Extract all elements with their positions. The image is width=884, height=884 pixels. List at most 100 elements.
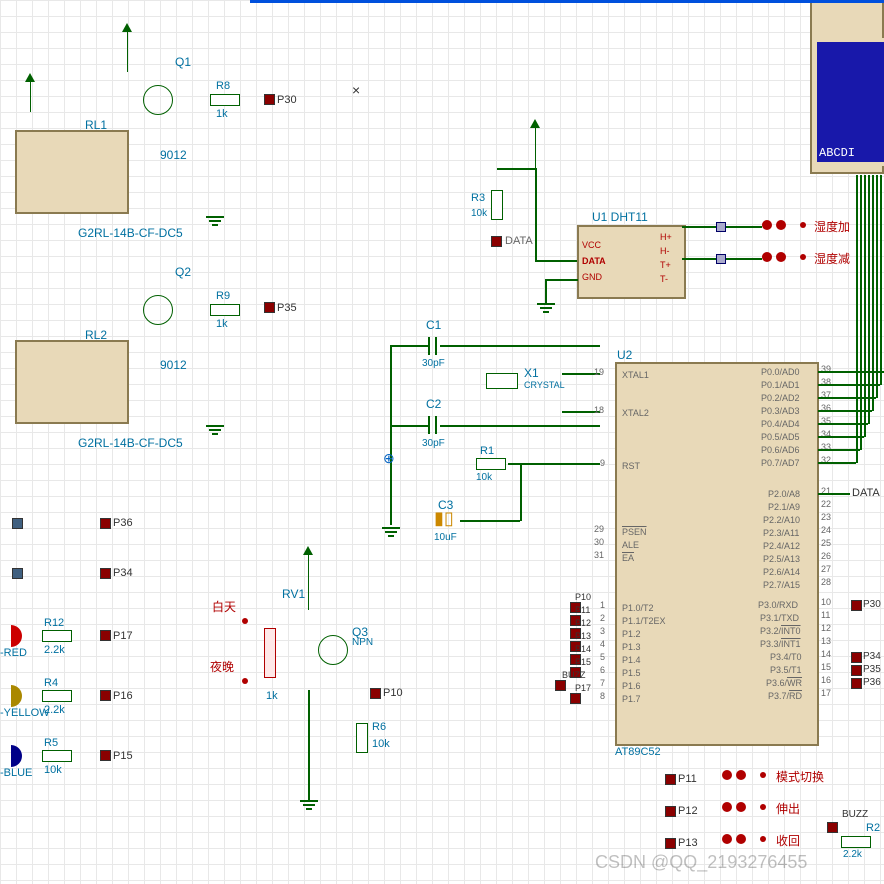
humid-plus-label: 湿度加 [814, 218, 850, 235]
buzz-pad [827, 822, 838, 833]
mode-dot [760, 772, 766, 778]
mcu-p17 [570, 693, 581, 704]
data-label: DATA [505, 235, 533, 247]
r5-body [42, 750, 72, 762]
dht-data: DATA [582, 256, 606, 266]
night-label: 夜晚 [210, 658, 234, 675]
pin2: 2 [600, 613, 605, 623]
dht-tp: T+ [660, 260, 671, 270]
dht-gnd-v [545, 279, 547, 303]
p15-pad [100, 750, 111, 761]
p17: P1.7 [622, 694, 641, 704]
q3-body [318, 635, 348, 665]
q1-pwr [127, 32, 128, 72]
watermark: CSDN @QQ_2193276455 [595, 852, 807, 873]
lcd-screen: ABCDI [813, 38, 884, 166]
pin1: 1 [600, 600, 605, 610]
dht-gnd-w [545, 279, 578, 281]
p24: P2.4/A12 [763, 541, 800, 551]
pin33: 33 [821, 442, 831, 452]
mode-label: 模式切换 [776, 768, 824, 785]
r4-value: 2.2k [44, 704, 65, 716]
w-c2-x [440, 425, 600, 427]
p12: P1.2 [622, 629, 641, 639]
r3-to-dht [535, 168, 537, 262]
p36-r-pad [851, 678, 862, 689]
ea: EA [622, 553, 634, 563]
q3-pwr [308, 555, 309, 610]
p25: P2.5/A13 [763, 554, 800, 564]
pin3: 3 [600, 626, 605, 636]
pin21: 21 [821, 486, 831, 496]
p16-pad [100, 690, 111, 701]
retract-button[interactable] [722, 834, 748, 846]
p30l: P3.0/RXD [758, 600, 798, 610]
busv7 [880, 175, 882, 385]
r2-value: 2.2k [843, 849, 862, 860]
pin13: 13 [821, 636, 831, 646]
bus1 [818, 371, 884, 373]
p00: P0.0/AD0 [761, 367, 800, 377]
psen: PSEN [622, 527, 647, 537]
r3-label: R3 [471, 192, 485, 204]
p33l: P3.3/INT1 [760, 639, 801, 649]
humidity-plus-button[interactable] [762, 220, 788, 232]
p30-r-pad [851, 600, 862, 611]
p11-btn-label: P11 [678, 773, 697, 785]
bus7 [818, 449, 860, 451]
cursor-origin: ⊕ [383, 450, 395, 467]
r3-pwr-arrow [530, 119, 540, 128]
p35-r-pad [851, 665, 862, 676]
x1-value: CRYSTAL [524, 380, 565, 390]
p27: P2.7/A15 [763, 580, 800, 590]
r2-label: R2 [866, 822, 880, 834]
ale: ALE [622, 540, 639, 550]
pin7: 7 [600, 678, 605, 688]
q1-pwr-arrow [122, 23, 132, 32]
r5-label: R5 [44, 737, 58, 749]
p35-r: P35 [863, 664, 881, 675]
p11-btn-pad [665, 774, 676, 785]
led-red-label: -RED [0, 647, 27, 659]
extend-dot [760, 804, 766, 810]
busv6 [876, 175, 878, 398]
busv2 [860, 175, 862, 450]
pin18: 18 [594, 405, 604, 415]
retract-label: 收回 [776, 832, 800, 849]
pin15: 15 [821, 662, 831, 672]
rl2-label: RL2 [85, 328, 107, 342]
dht-gnd-sym [537, 303, 555, 313]
relay-rl1 [15, 130, 129, 214]
pin26: 26 [821, 551, 831, 561]
p31l: P3.1/TXD [760, 613, 799, 623]
p11: P1.1/T2EX [622, 616, 666, 626]
r3-to-dht-h [535, 260, 577, 262]
pin32: 32 [821, 455, 831, 465]
p32l: P3.2/INT0 [760, 626, 801, 636]
gnd-wire-rv1 [308, 690, 310, 800]
extend-button[interactable] [722, 802, 748, 814]
pin8: 8 [600, 691, 605, 701]
rv1-gnd [300, 800, 318, 810]
w-c3-up [520, 463, 522, 521]
dht-bd1 [716, 222, 726, 232]
r9-label: R9 [216, 290, 230, 302]
pin34: 34 [821, 429, 831, 439]
p30-r: P30 [863, 599, 881, 610]
humidity-minus-button[interactable] [762, 252, 788, 264]
p34-r-pad [851, 652, 862, 663]
rv1-body [264, 628, 276, 678]
w-r1-mcu [508, 463, 600, 465]
pin22: 22 [821, 499, 831, 509]
p30-label: P30 [277, 94, 297, 106]
p17-pad [100, 630, 111, 641]
w-gnd-stack [390, 345, 392, 525]
p26: P2.6/A14 [763, 567, 800, 577]
dht-bd2 [716, 254, 726, 264]
mode-button[interactable] [722, 770, 748, 782]
r1-body [476, 458, 506, 470]
p01: P0.1/AD1 [761, 380, 800, 390]
r2-body [841, 836, 871, 848]
day-dot [242, 618, 248, 624]
pin27: 27 [821, 564, 831, 574]
